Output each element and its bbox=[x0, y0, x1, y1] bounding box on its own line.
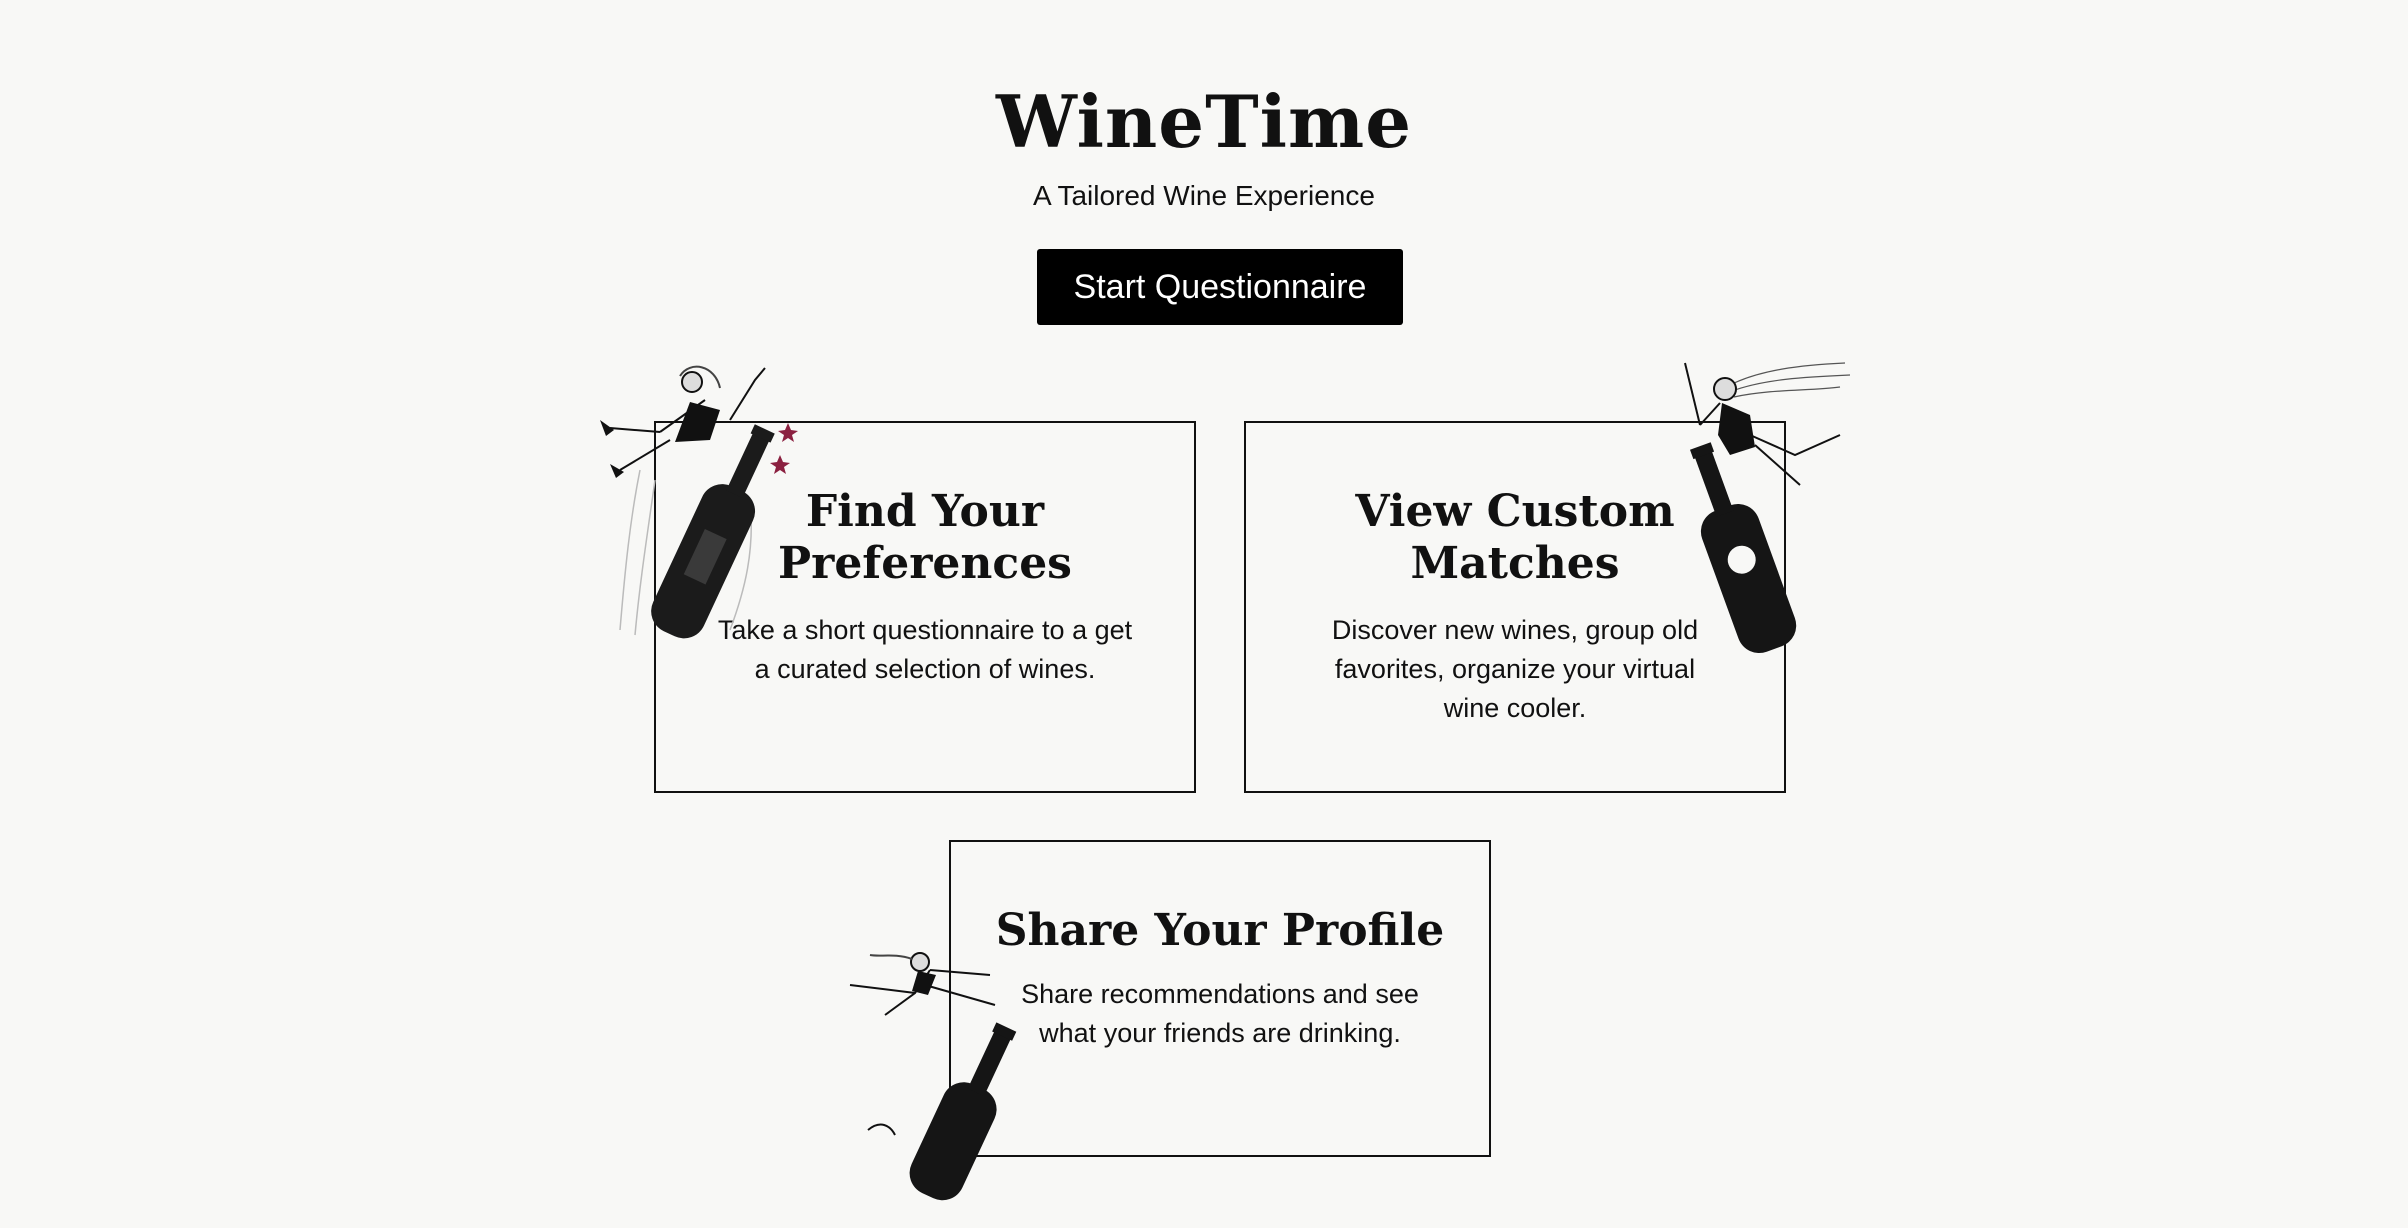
card-description: Share recommendations and see what your … bbox=[1021, 979, 1419, 1048]
feature-card-share: Share Your Profile Share recommendations… bbox=[949, 840, 1491, 1157]
figure-riding-bottle-illustration bbox=[600, 365, 798, 639]
figure-flying-with-bottle-illustration bbox=[1684, 362, 1851, 654]
figure-leaping-over-bottle-illustration bbox=[849, 952, 1017, 1201]
app-subtitle: A Tailored Wine Experience bbox=[1033, 180, 1375, 211]
app-title: WineTime bbox=[995, 79, 1413, 164]
start-questionnaire-button[interactable]: Start Questionnaire bbox=[1037, 249, 1403, 325]
card-title: Share Your Profile bbox=[995, 905, 1445, 956]
